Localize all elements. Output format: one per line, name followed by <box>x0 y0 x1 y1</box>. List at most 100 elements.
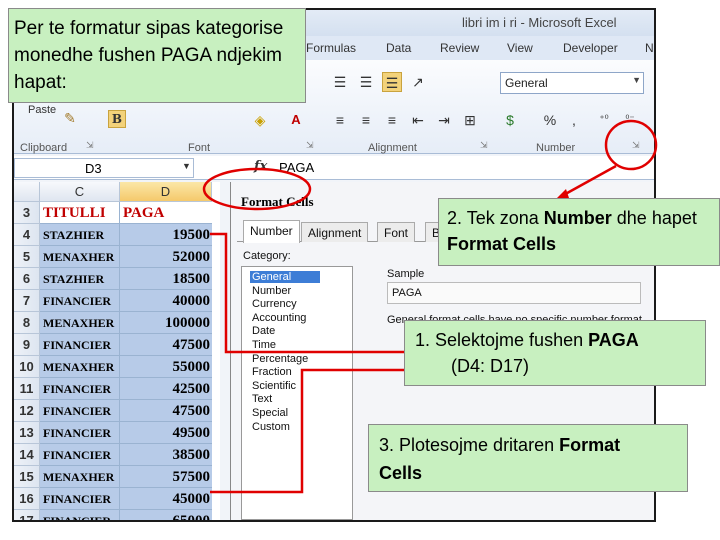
row-header[interactable]: 7 <box>14 290 40 312</box>
cell-title[interactable]: MENAXHER <box>40 312 120 334</box>
row-header[interactable]: 8 <box>14 312 40 334</box>
merge-center-icon[interactable]: ⊞ <box>460 110 480 130</box>
cell-salary[interactable]: 40000 <box>120 290 212 312</box>
orientation-icon[interactable]: ↗ <box>408 72 428 92</box>
cell-title[interactable]: FINANCIER <box>40 334 120 356</box>
tab-font[interactable]: Font <box>377 222 416 242</box>
chevron-down-icon[interactable]: ▼ <box>182 161 191 171</box>
cell-salary[interactable]: 65000 <box>120 510 212 520</box>
format-painter-icon[interactable]: ✎ <box>60 108 80 128</box>
increase-decimal-icon[interactable]: ⁺⁰ <box>594 110 614 130</box>
category-item[interactable]: Text <box>252 393 272 405</box>
tab-alignment[interactable]: Alignment <box>301 222 369 242</box>
row-header[interactable]: 13 <box>14 422 40 444</box>
tab-more[interactable]: N <box>645 41 654 55</box>
cell-salary[interactable]: 57500 <box>120 466 212 488</box>
cell-salary[interactable]: 52000 <box>120 246 212 268</box>
fill-color-icon[interactable]: ◈ <box>250 110 270 130</box>
indent-increase-icon[interactable]: ⇥ <box>434 110 454 130</box>
cell-title[interactable]: TITULLI <box>40 202 120 224</box>
font-color-icon[interactable]: A <box>286 110 306 130</box>
column-header-c[interactable]: C <box>40 182 120 202</box>
cell-salary[interactable]: PAGA <box>120 202 212 224</box>
row-header[interactable]: 17 <box>14 510 40 520</box>
cell-salary[interactable]: 19500 <box>120 224 212 246</box>
number-format-select[interactable]: General ▼ <box>500 72 644 94</box>
cell-title[interactable]: MENAXHER <box>40 246 120 268</box>
row-header[interactable]: 9 <box>14 334 40 356</box>
cell-title[interactable]: FINANCIER <box>40 290 120 312</box>
paste-button[interactable]: Paste <box>28 104 56 116</box>
category-item[interactable]: Fraction <box>252 366 292 378</box>
cell-salary[interactable]: 38500 <box>120 444 212 466</box>
cell-title[interactable]: STAZHIER <box>40 224 120 246</box>
row-header[interactable]: 11 <box>14 378 40 400</box>
tab-number[interactable]: Number <box>243 220 300 243</box>
align-left-icon[interactable]: ≡ <box>330 110 350 130</box>
tab-data[interactable]: Data <box>386 41 411 55</box>
cell-title[interactable]: MENAXHER <box>40 356 120 378</box>
cell-title[interactable]: STAZHIER <box>40 268 120 290</box>
cell-salary[interactable]: 45000 <box>120 488 212 510</box>
clipboard-launcher-icon[interactable]: ⇲ <box>86 140 96 150</box>
cell-salary[interactable]: 49500 <box>120 422 212 444</box>
cell-salary[interactable]: 18500 <box>120 268 212 290</box>
cell-title[interactable]: FINANCIER <box>40 488 120 510</box>
align-right-icon[interactable]: ≡ <box>382 110 402 130</box>
select-all-corner[interactable] <box>14 182 40 202</box>
currency-icon[interactable]: $ <box>500 110 520 130</box>
bold-button[interactable]: B <box>108 110 126 128</box>
category-item[interactable]: Time <box>252 339 276 351</box>
cell-salary[interactable]: 100000 <box>120 312 212 334</box>
category-item[interactable]: General <box>250 271 320 283</box>
tab-formulas[interactable]: Formulas <box>306 41 356 55</box>
row-header[interactable]: 6 <box>14 268 40 290</box>
sample-box: PAGA <box>387 282 641 304</box>
category-item[interactable]: Accounting <box>252 312 306 324</box>
category-item[interactable]: Custom <box>252 421 290 433</box>
category-list[interactable]: General Number Currency Accounting Date Time P… <box>241 266 353 520</box>
cell-title[interactable]: MENAXHER <box>40 466 120 488</box>
cell-salary[interactable]: 42500 <box>120 378 212 400</box>
category-item[interactable]: Currency <box>252 298 297 310</box>
row-header[interactable]: 14 <box>14 444 40 466</box>
cell-title[interactable]: FINANCIER <box>40 444 120 466</box>
percent-style-button[interactable]: % <box>540 110 560 130</box>
cell-title[interactable]: FINANCIER <box>40 378 120 400</box>
row-header[interactable]: 12 <box>14 400 40 422</box>
cell-title[interactable]: FINANCIER <box>40 510 120 520</box>
category-item[interactable]: Date <box>252 325 275 337</box>
tab-review[interactable]: Review <box>440 41 479 55</box>
decrease-decimal-icon[interactable]: ⁰⁻ <box>620 110 640 130</box>
tab-view[interactable]: View <box>507 41 533 55</box>
category-item[interactable]: Number <box>252 285 291 297</box>
formula-input[interactable]: PAGA <box>279 160 314 175</box>
category-item[interactable]: Scientific <box>252 380 296 392</box>
cell-title[interactable]: FINANCIER <box>40 422 120 444</box>
align-bottom-icon[interactable]: ☰ <box>382 72 402 92</box>
font-launcher-icon[interactable]: ⇲ <box>306 140 316 150</box>
row-header[interactable]: 4 <box>14 224 40 246</box>
name-box[interactable]: D3 <box>14 158 194 178</box>
number-launcher-icon[interactable]: ⇲ <box>632 140 642 150</box>
alignment-launcher-icon[interactable]: ⇲ <box>480 140 490 150</box>
fx-icon[interactable]: fx <box>254 159 267 174</box>
row-header[interactable]: 15 <box>14 466 40 488</box>
category-item[interactable]: Percentage <box>252 353 308 365</box>
row-header[interactable]: 16 <box>14 488 40 510</box>
category-item[interactable]: Special <box>252 407 288 419</box>
cell-salary[interactable]: 47500 <box>120 334 212 356</box>
align-middle-icon[interactable]: ☰ <box>356 72 376 92</box>
cell-salary[interactable]: 55000 <box>120 356 212 378</box>
align-center-icon[interactable]: ≡ <box>356 110 376 130</box>
row-header[interactable]: 10 <box>14 356 40 378</box>
align-top-icon[interactable]: ☰ <box>330 72 350 92</box>
comma-style-icon[interactable]: , <box>564 110 584 130</box>
row-header[interactable]: 3 <box>14 202 40 224</box>
row-header[interactable]: 5 <box>14 246 40 268</box>
tab-developer[interactable]: Developer <box>563 41 618 55</box>
indent-decrease-icon[interactable]: ⇤ <box>408 110 428 130</box>
cell-title[interactable]: FINANCIER <box>40 400 120 422</box>
column-header-d[interactable]: D <box>120 182 212 202</box>
cell-salary[interactable]: 47500 <box>120 400 212 422</box>
